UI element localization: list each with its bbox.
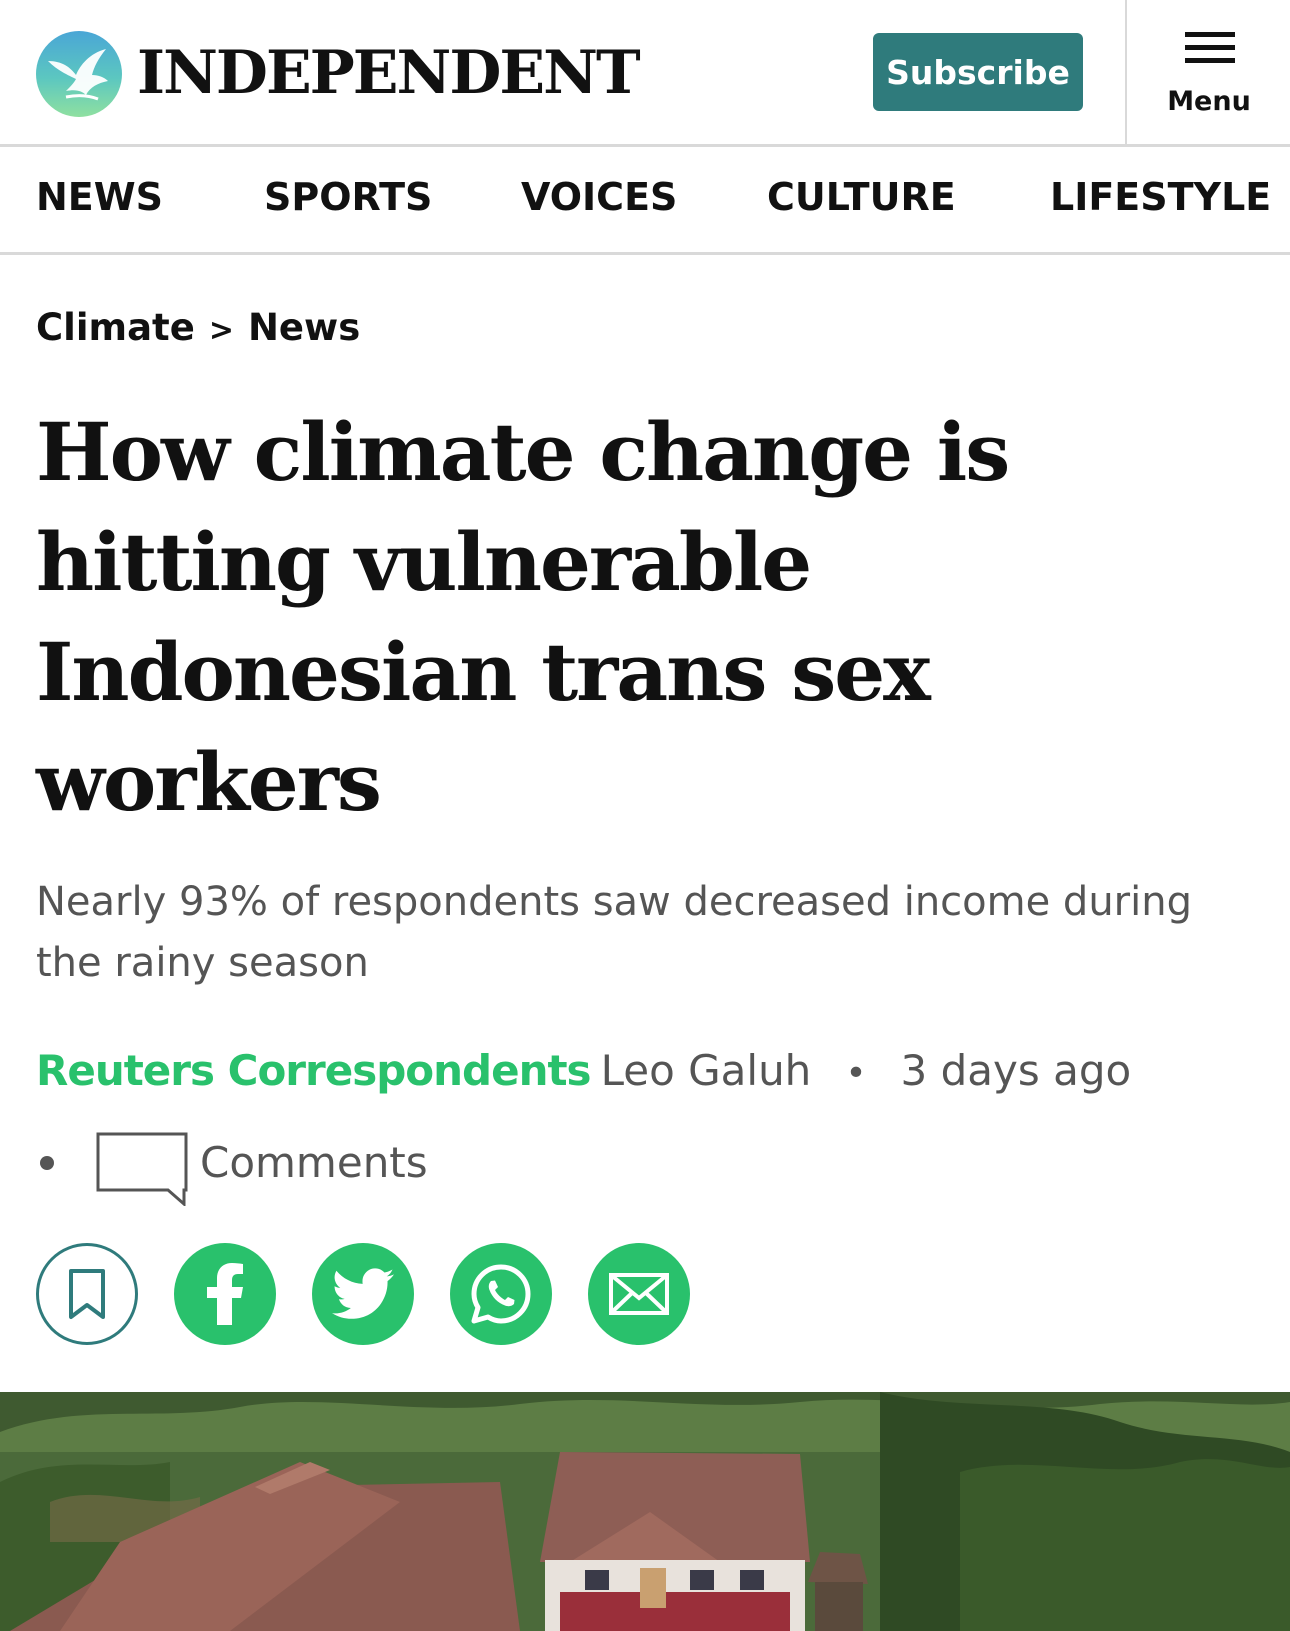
hamburger-icon	[1185, 32, 1235, 64]
comments-label: Comments	[200, 1138, 428, 1187]
whatsapp-share-button[interactable]	[450, 1243, 552, 1345]
byline-separator: •	[845, 1053, 867, 1094]
nav-item-sports[interactable]: SPORTS	[264, 175, 432, 219]
article-headline: How climate change is hitting vulnerable…	[36, 405, 1010, 829]
subscribe-button[interactable]: Subscribe	[873, 33, 1083, 111]
twitter-icon	[332, 1268, 394, 1319]
breadcrumb-news[interactable]: News	[248, 306, 360, 349]
nav-item-voices[interactable]: VOICES	[521, 175, 677, 219]
byline-author: Leo Galuh	[600, 1046, 812, 1095]
site-logo-text[interactable]: INDEPENDENT	[137, 36, 641, 110]
email-icon	[609, 1273, 669, 1315]
byline-time: 3 days ago	[900, 1046, 1132, 1095]
article-hero-image[interactable]	[0, 1392, 1290, 1631]
breadcrumb-climate[interactable]: Climate	[36, 306, 195, 349]
facebook-icon	[207, 1263, 243, 1325]
nav-item-culture[interactable]: CULTURE	[767, 175, 956, 219]
breadcrumb: Climate > News	[36, 306, 360, 349]
site-header: INDEPENDENT Subscribe Menu	[0, 0, 1290, 147]
comment-bubble-icon	[96, 1132, 188, 1206]
bookmark-icon	[69, 1269, 105, 1319]
section-nav: NEWS SPORTS VOICES CULTURE LIFESTYLE	[0, 147, 1290, 255]
article-standfirst: Nearly 93% of respondents saw decreased …	[36, 879, 1192, 986]
menu-label: Menu	[1167, 86, 1251, 117]
email-share-button[interactable]	[588, 1243, 690, 1345]
nav-item-news[interactable]: NEWS	[36, 175, 163, 219]
facebook-share-button[interactable]	[174, 1243, 276, 1345]
comments-bullet	[40, 1156, 54, 1170]
header-divider	[1125, 0, 1127, 147]
menu-button[interactable]: Menu	[1128, 0, 1290, 144]
eagle-logo-icon[interactable]	[36, 31, 122, 117]
nav-item-lifestyle[interactable]: LIFESTYLE	[1050, 175, 1271, 219]
breadcrumb-separator: >	[208, 313, 234, 348]
bookmark-button[interactable]	[36, 1243, 138, 1345]
twitter-share-button[interactable]	[312, 1243, 414, 1345]
byline-agency-link[interactable]: Reuters Correspondents	[36, 1046, 592, 1095]
whatsapp-icon	[471, 1264, 531, 1324]
article-byline: Reuters Correspondents Leo Galuh • 3 days a…	[36, 1046, 1131, 1095]
